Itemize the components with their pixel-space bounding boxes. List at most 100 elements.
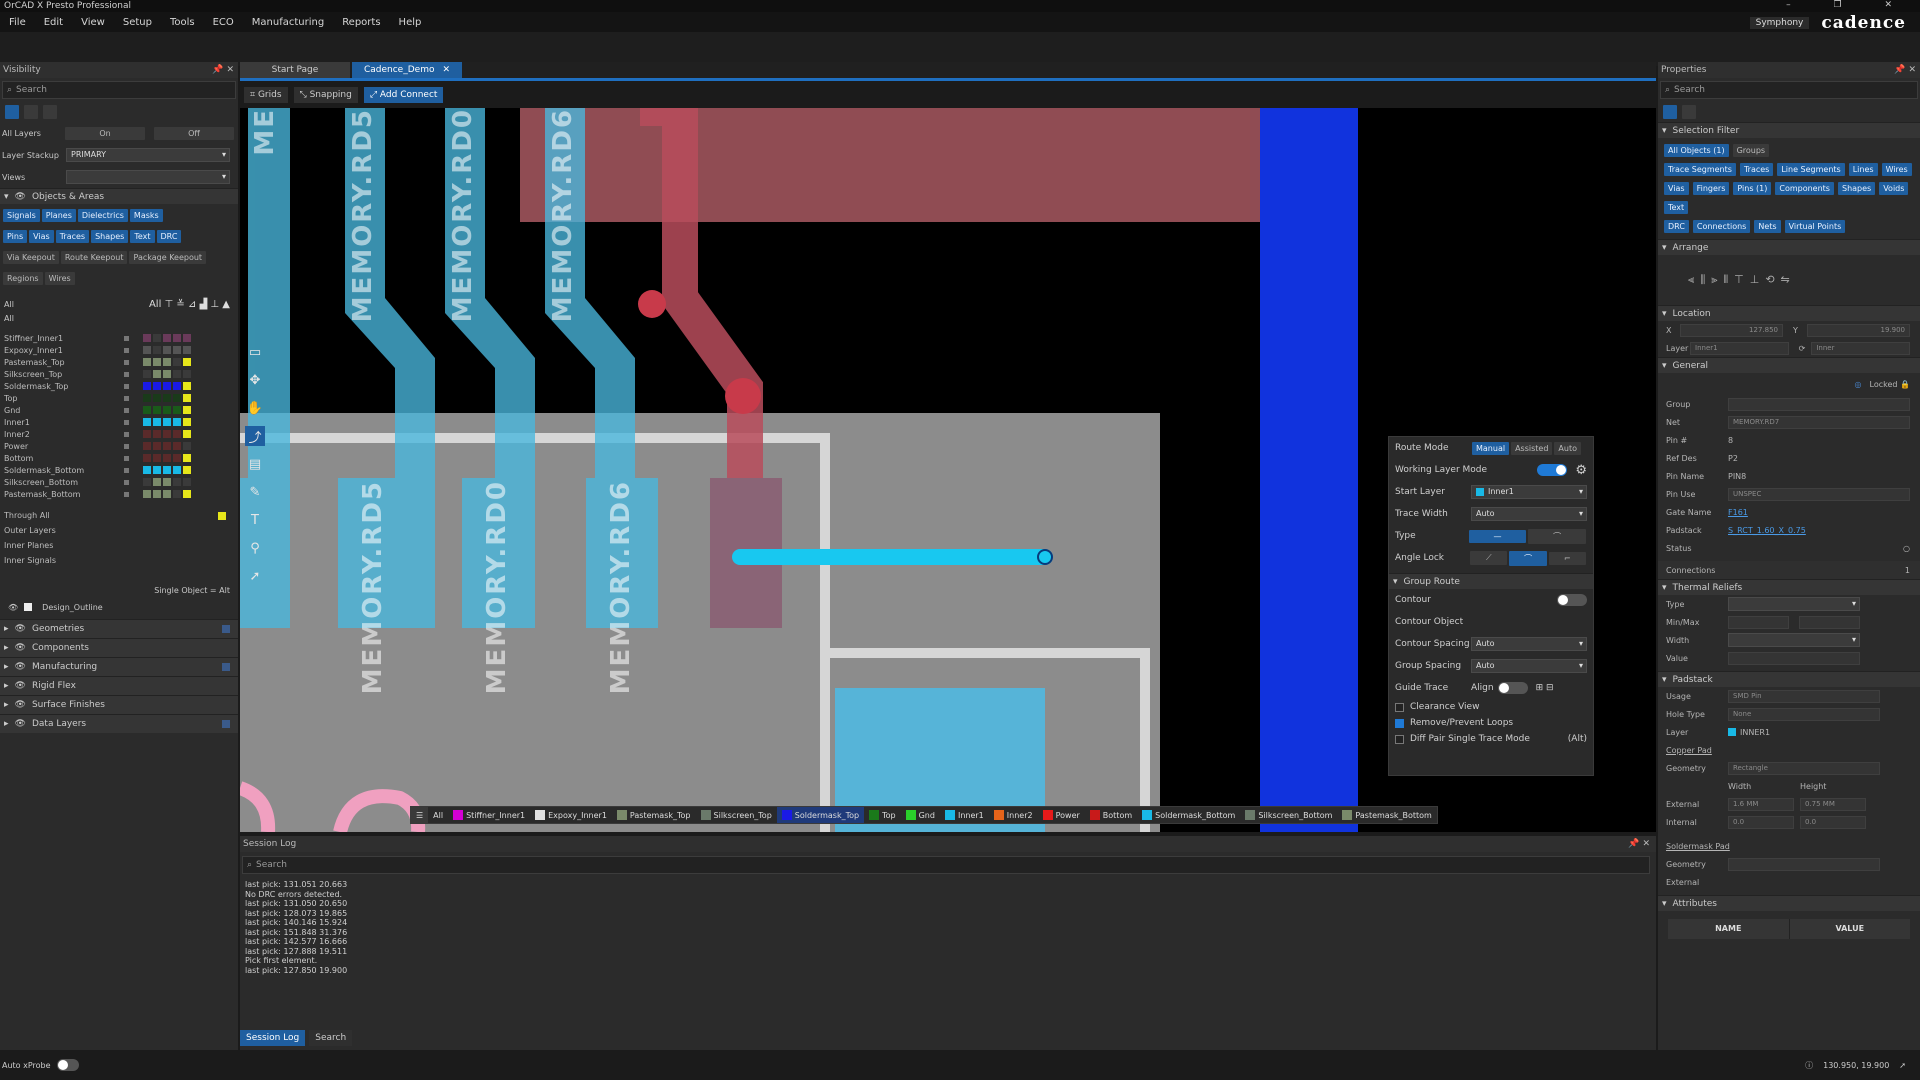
layer-color-swatch[interactable] — [163, 430, 171, 438]
layer-visibility-dot[interactable] — [124, 335, 129, 341]
group-route-section[interactable]: ▾ Group Route — [1389, 573, 1593, 589]
soldermask-pad-link[interactable]: Soldermask Pad — [1666, 842, 1730, 851]
tab-search[interactable]: Search — [309, 1030, 353, 1046]
grids-button[interactable]: ⌗ Grids — [244, 87, 288, 103]
eye-icon[interactable]: 👁 — [15, 643, 26, 653]
menu-reports[interactable]: Reports — [333, 17, 389, 28]
selection-filter-chip[interactable]: Shapes — [1837, 182, 1876, 195]
type-arc-button[interactable]: ⌒ — [1528, 528, 1586, 544]
layer-row[interactable]: Pastemask_Bottom — [4, 488, 238, 500]
selection-filter-chip[interactable]: Lines — [1848, 163, 1878, 176]
layer-color-swatch[interactable] — [143, 370, 151, 378]
mode-manual-button[interactable]: Manual — [1472, 441, 1510, 455]
layer-bar-item[interactable]: Soldermask_Top — [776, 807, 865, 823]
chip-via-keepout[interactable]: Via Keepout — [3, 251, 59, 264]
diff-pair-row[interactable]: Diff Pair Single Trace Mode (Alt) — [1389, 731, 1593, 747]
layer-color-swatch[interactable] — [143, 490, 151, 498]
col-name-header[interactable]: NAME — [1668, 919, 1790, 939]
list-view-icon[interactable] — [1682, 105, 1696, 119]
refresh-icon[interactable]: ⟳ — [1799, 344, 1806, 353]
chip-package-keepout[interactable]: Package Keepout — [129, 251, 207, 264]
chip-shapes[interactable]: Shapes — [91, 230, 129, 243]
layer-color-swatch[interactable] — [163, 394, 171, 402]
layer-color-swatch[interactable] — [163, 358, 171, 366]
group-spacing-select[interactable]: Auto — [1471, 659, 1587, 673]
close-icon[interactable]: 📌 ✕ — [1894, 65, 1920, 75]
remove-loops-row[interactable]: Remove/Prevent Loops — [1389, 715, 1593, 731]
tab-start-page[interactable]: Start Page — [240, 62, 350, 78]
layer-color-swatch[interactable] — [163, 478, 171, 486]
layer-stackup-select[interactable]: PRIMARY — [66, 148, 230, 162]
selection-filter-chip[interactable]: Vias — [1664, 182, 1689, 195]
window-controls[interactable]: – ❐ ✕ — [1786, 0, 1912, 10]
layer-color-swatch[interactable] — [163, 382, 171, 390]
layer-color-swatch[interactable] — [173, 358, 181, 366]
eye-icon[interactable]: 👁 — [15, 624, 26, 634]
eye-icon[interactable]: 👁 — [15, 719, 26, 729]
layer-color-swatch[interactable] — [173, 394, 181, 402]
layer-row[interactable]: Gnd — [4, 404, 238, 416]
layer-visibility-dot[interactable] — [124, 443, 129, 449]
layer-bar-item[interactable]: Gnd — [901, 807, 940, 823]
layer-row[interactable]: Inner1 — [4, 416, 238, 428]
layer-visibility-dot[interactable] — [124, 395, 129, 401]
start-layer-select[interactable]: Inner1 — [1471, 485, 1587, 499]
layer-visibility-dot[interactable] — [124, 359, 129, 365]
menu-manufacturing[interactable]: Manufacturing — [243, 17, 333, 28]
layer-color-swatch[interactable] — [173, 430, 181, 438]
visibility-section[interactable]: ▸ 👁 Manufacturing — [0, 657, 238, 676]
tab-session-log[interactable]: Session Log — [240, 1030, 306, 1046]
layer-bar-item[interactable]: Inner2 — [989, 807, 1038, 823]
objects-areas-section[interactable]: ▾ 👁 Objects & Areas — [0, 188, 238, 204]
eye-icon[interactable]: 👁 — [15, 700, 26, 710]
visibility-section[interactable]: ▸ 👁 Geometries — [0, 619, 238, 638]
layer-visibility-dot[interactable] — [124, 371, 129, 377]
close-icon[interactable]: ✕ — [442, 65, 450, 75]
menu-help[interactable]: Help — [390, 17, 431, 28]
x-field[interactable]: 127.850 — [1680, 323, 1783, 337]
layer-color-swatch[interactable] — [173, 382, 181, 390]
attributes-section[interactable]: ▾ Attributes — [1658, 895, 1920, 911]
layer-color-swatch[interactable] — [143, 466, 151, 474]
layer-color-swatch[interactable] — [163, 454, 171, 462]
symphony-button[interactable]: Symphony — [1749, 17, 1810, 29]
properties-search[interactable]: ⌕ Search — [1660, 81, 1918, 99]
max-field[interactable] — [1799, 615, 1860, 629]
eye-icon[interactable]: 👁 — [8, 603, 18, 612]
layer-color-swatch[interactable] — [173, 346, 181, 354]
general-section[interactable]: ▾ General — [1658, 357, 1920, 373]
close-icon[interactable]: 📌 ✕ — [1628, 839, 1656, 849]
close-icon[interactable]: 📌 ✕ — [212, 65, 238, 75]
chip-planes[interactable]: Planes — [41, 209, 76, 222]
layer-row[interactable]: Stiffner_Inner1 — [4, 332, 238, 344]
min-field[interactable] — [1728, 615, 1789, 629]
remove-loops-checkbox[interactable] — [1395, 718, 1404, 728]
layer-row[interactable]: Power — [4, 440, 238, 452]
layer-color-swatch[interactable] — [183, 334, 191, 342]
clearance-view-row[interactable]: Clearance View — [1389, 699, 1593, 715]
thermal-value-field[interactable] — [1728, 651, 1860, 665]
design-canvas[interactable]: ME MEMORY.RD5 MEMORY.RD0 MEMORY.RD6 MEMO… — [240, 108, 1656, 832]
move-icon[interactable]: ✥ — [245, 370, 265, 390]
mirror-icon[interactable]: ⇋ — [1781, 273, 1790, 287]
layer-color-swatch[interactable] — [173, 454, 181, 462]
net-field[interactable]: MEMORY.RD7 — [1728, 415, 1910, 429]
layer-stack-icon[interactable]: ☰ — [411, 807, 429, 823]
ruler-icon[interactable]: ✎ — [245, 482, 265, 502]
align-left-icon[interactable]: ⫷ — [1688, 273, 1694, 287]
align-right-icon[interactable]: ⫸ — [1711, 273, 1717, 287]
distribute-icon[interactable]: ⫴ — [1724, 273, 1729, 287]
layer-row[interactable]: Expoxy_Inner1 — [4, 344, 238, 356]
chip-pins[interactable]: Pins — [3, 230, 28, 243]
layer-visibility-dot[interactable] — [124, 431, 129, 437]
layer-color-swatch[interactable] — [143, 394, 151, 402]
eye-icon[interactable]: 👁 — [15, 681, 26, 691]
layer-row[interactable]: Inner2 — [4, 428, 238, 440]
layer-color-swatch[interactable] — [153, 382, 161, 390]
route-icon[interactable] — [24, 105, 38, 119]
selection-filter-chip[interactable]: Wires — [1881, 163, 1912, 176]
route-tool-icon[interactable]: ⤴ — [245, 426, 265, 446]
visibility-section[interactable]: ▸ 👁 Rigid Flex — [0, 676, 238, 695]
selection-filter-chip[interactable]: Connections — [1692, 220, 1751, 233]
layer-color-swatch[interactable] — [183, 430, 191, 438]
